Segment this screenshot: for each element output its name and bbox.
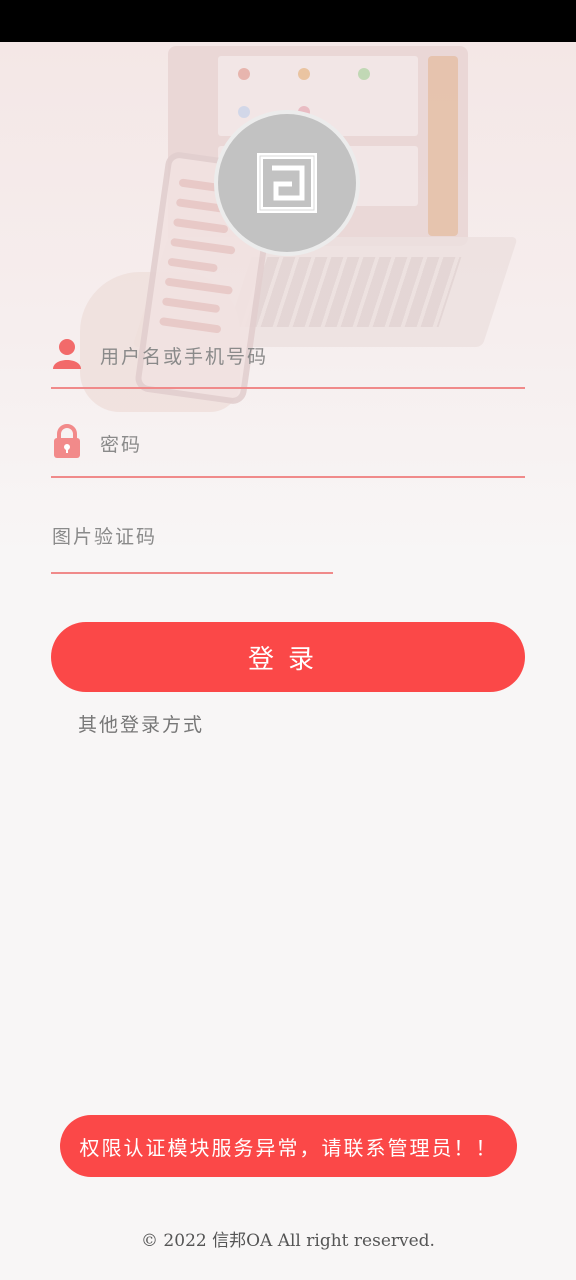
other-login-link[interactable]: 其他登录方式 [78,710,204,737]
username-underline [51,387,525,389]
error-toast: 权限认证模块服务异常，请联系管理员！！ [60,1115,517,1177]
lock-icon [52,424,82,458]
app-logo [214,110,360,256]
login-button[interactable]: 登录 [51,622,525,692]
status-bar [0,0,576,42]
password-underline [51,476,525,478]
username-input[interactable]: 用户名或手机号码 [100,342,268,369]
user-icon [52,337,82,369]
captcha-underline [51,572,333,574]
copyright-footer: © 2022 信邦OA All right reserved. [141,1231,435,1251]
app-logo-icon [257,153,317,213]
password-input[interactable]: 密码 [100,430,142,457]
captcha-input[interactable]: 图片验证码 [52,522,157,549]
